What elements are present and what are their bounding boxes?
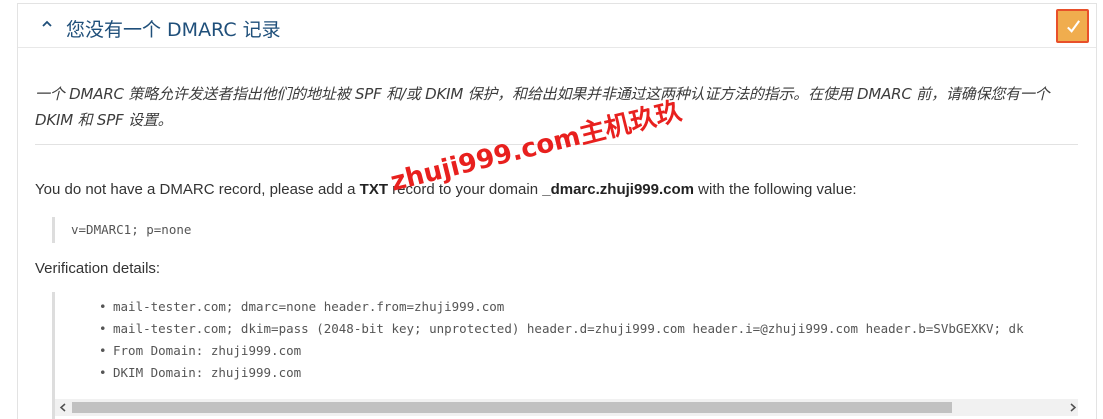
check-icon [1067, 20, 1081, 33]
verification-label: Verification details: [35, 260, 161, 277]
scroll-left-arrow-icon[interactable] [55, 399, 72, 416]
list-item: • DKIM Domain: zhuji999.com [99, 365, 302, 380]
list-item: • mail-tester.com; dkim=pass (2048-bit ke… [99, 321, 1024, 336]
verification-details: • mail-tester.com; dmarc=none header.from… [52, 292, 1078, 419]
record-value: v=DMARC1; p=none [52, 217, 191, 243]
record-type: TXT [359, 181, 388, 198]
status-badge [1056, 9, 1089, 43]
scrollbar-thumb[interactable] [72, 402, 952, 413]
panel-title: 您没有一个 DMARC 记录 [66, 19, 281, 41]
list-item: • mail-tester.com; dmarc=none header.from… [99, 299, 505, 314]
chevron-up-icon[interactable] [40, 17, 54, 31]
horizontal-scrollbar[interactable] [55, 399, 1078, 416]
message-prefix: You do not have a DMARC record, please a… [35, 181, 360, 198]
scroll-right-arrow-icon[interactable] [1064, 399, 1078, 416]
message-suffix: with the following value: [693, 181, 857, 198]
verification-list: • mail-tester.com; dmarc=none header.from… [99, 296, 1024, 384]
panel-header[interactable]: 您没有一个 DMARC 记录 [18, 4, 1096, 48]
list-item: • From Domain: zhuji999.com [99, 343, 302, 358]
